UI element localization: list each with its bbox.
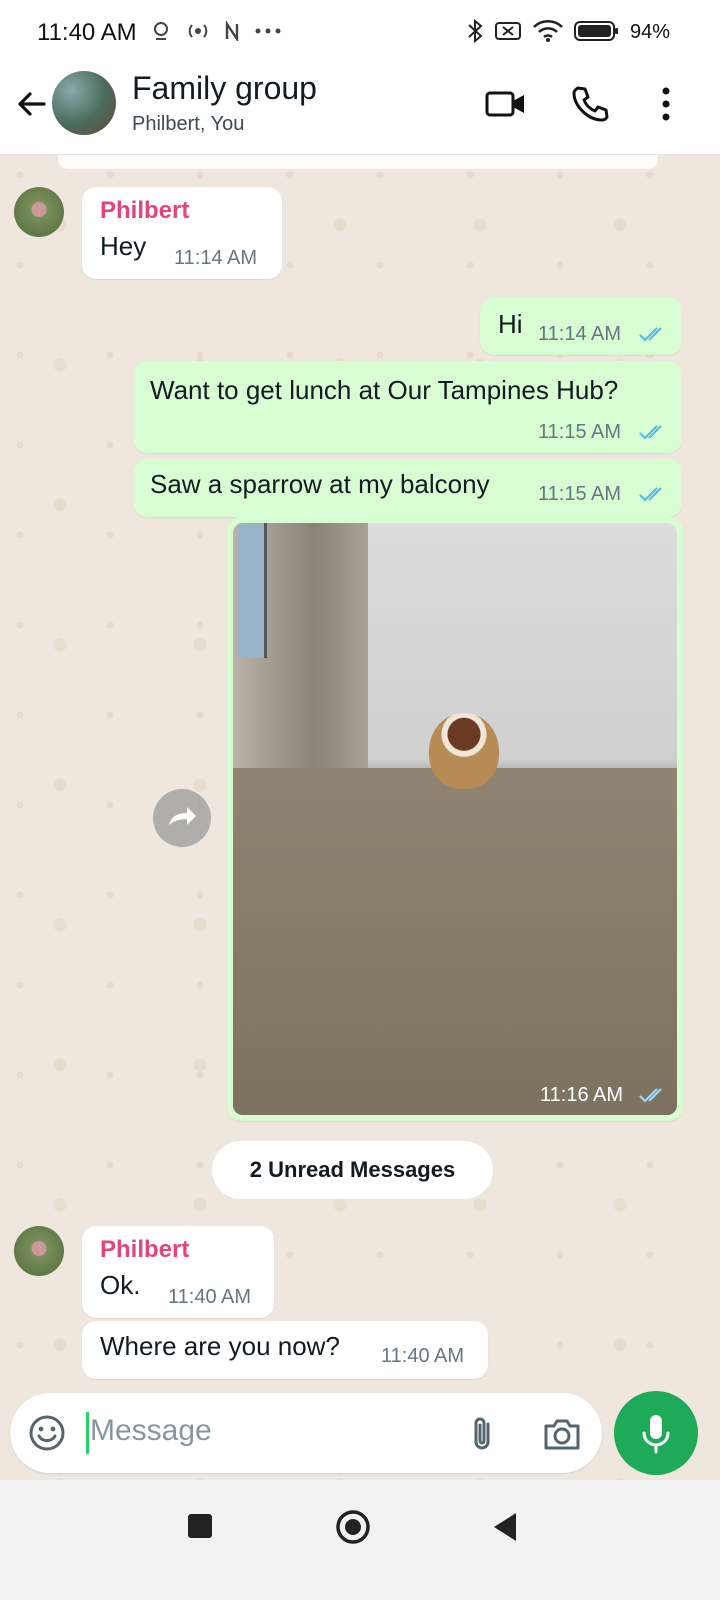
- attach-icon[interactable]: [464, 1414, 500, 1454]
- n-icon: [225, 21, 239, 41]
- chat-header: Family group Philbert, You: [0, 66, 720, 155]
- message-bubble-out[interactable]: Want to get lunch at Our Tampines Hub? 1…: [133, 361, 682, 453]
- voice-call-icon[interactable]: [568, 82, 612, 126]
- sender-name: Philbert: [100, 1236, 190, 1263]
- read-ticks-icon: [639, 1088, 662, 1103]
- message-text: Where are you now?: [100, 1331, 340, 1361]
- read-ticks-icon: [639, 425, 662, 440]
- group-members[interactable]: Philbert, You: [132, 113, 244, 136]
- bluetooth-icon: [468, 18, 483, 44]
- message-time: 11:40 AM: [381, 1345, 465, 1367]
- message-bubble-out[interactable]: Saw a sparrow at my balcony 11:15 AM: [133, 459, 682, 517]
- more-dots-icon: [255, 28, 281, 34]
- battery-icon: [574, 21, 618, 41]
- message-text: Ok.: [100, 1270, 141, 1300]
- camera-icon[interactable]: [542, 1416, 582, 1452]
- battery-percent: 94%: [629, 21, 670, 43]
- forward-button[interactable]: [153, 789, 211, 847]
- message-time: 11:14 AM: [174, 247, 258, 269]
- home-circle-icon[interactable]: [334, 1508, 372, 1546]
- mic-icon: [642, 1415, 670, 1454]
- avatar[interactable]: [14, 1226, 64, 1276]
- video-call-icon[interactable]: [484, 82, 528, 126]
- message-input[interactable]: Message: [90, 1414, 212, 1448]
- message-text: Saw a sparrow at my balcony: [150, 469, 490, 499]
- forward-icon: [169, 807, 196, 825]
- voice-message-button[interactable]: [614, 1391, 698, 1475]
- recents-square-icon[interactable]: [186, 1512, 214, 1540]
- chat-messages-area[interactable]: Philbert Hey 11:14 AM Hi 11:14 AM Want t…: [0, 155, 720, 1480]
- status-time: 11:40 AM: [37, 19, 137, 46]
- message-time: 11:15 AM: [538, 483, 622, 505]
- message-text: Want to get lunch at Our Tampines Hub?: [150, 375, 619, 405]
- system-navigation-bar: [0, 1480, 720, 1600]
- text-cursor: [86, 1412, 89, 1454]
- read-ticks-icon: [639, 487, 662, 502]
- previous-message-stub: [58, 155, 658, 169]
- read-ticks-icon: [639, 327, 662, 342]
- group-title[interactable]: Family group: [132, 70, 317, 107]
- image-time: 11:16 AM: [540, 1084, 624, 1106]
- sender-name: Philbert: [100, 197, 190, 224]
- unread-messages-divider: 2 Unread Messages: [212, 1141, 493, 1199]
- back-arrow-icon[interactable]: [14, 86, 50, 122]
- status-bar: 11:40 AM 94%: [0, 0, 720, 66]
- message-text: Hi: [498, 309, 523, 339]
- back-triangle-icon[interactable]: [490, 1510, 520, 1544]
- group-avatar[interactable]: [52, 71, 116, 135]
- emoji-icon[interactable]: [28, 1414, 66, 1452]
- message-time: 11:15 AM: [538, 421, 622, 443]
- message-time: 11:14 AM: [538, 323, 622, 345]
- avatar[interactable]: [14, 187, 64, 237]
- kebab-menu-icon[interactable]: [644, 82, 688, 126]
- message-bubble-in[interactable]: Philbert Ok. 11:40 AM: [82, 1226, 274, 1318]
- message-bubble-out[interactable]: Hi 11:14 AM: [480, 297, 682, 355]
- sparrow-image: [429, 713, 499, 789]
- hotspot-icon: [188, 24, 208, 38]
- message-bubble-in[interactable]: Philbert Hey 11:14 AM: [82, 187, 282, 279]
- wifi-icon: [533, 20, 563, 42]
- sparrow-photo[interactable]: [233, 523, 677, 1115]
- data-saver-icon: [154, 22, 168, 40]
- message-text: Hey: [100, 231, 147, 261]
- message-time: 11:40 AM: [168, 1286, 252, 1308]
- no-sim-icon: [495, 22, 521, 40]
- message-bubble-in[interactable]: Where are you now? 11:40 AM: [82, 1321, 488, 1379]
